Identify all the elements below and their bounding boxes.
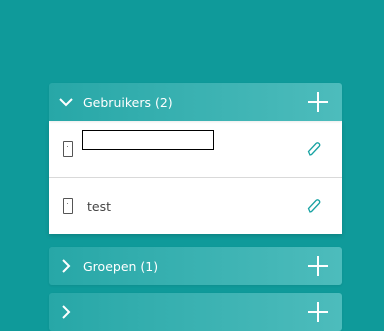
groups-section-title: Groepen (1) — [83, 258, 159, 274]
user-name: test — [87, 198, 112, 214]
users-list: test — [49, 121, 342, 234]
users-section-title: Gebruikers (2) — [83, 94, 173, 110]
chevron-right-icon[interactable] — [49, 305, 83, 319]
groups-panel: Groepen (1) — [49, 247, 342, 285]
next-accordion-header[interactable] — [49, 293, 342, 331]
phone-icon — [63, 198, 73, 214]
users-accordion-header[interactable]: Gebruikers (2) — [49, 83, 342, 121]
add-plus-icon[interactable] — [308, 302, 328, 322]
phone-icon — [63, 141, 73, 157]
pencil-icon[interactable] — [306, 198, 322, 214]
groups-accordion-header[interactable]: Groepen (1) — [49, 247, 342, 285]
add-group-plus-icon[interactable] — [308, 256, 328, 276]
pencil-icon[interactable] — [306, 141, 322, 157]
list-item[interactable] — [49, 121, 342, 177]
list-item[interactable]: test — [49, 177, 342, 234]
users-panel: Gebruikers (2) test — [49, 83, 342, 234]
next-panel — [49, 293, 342, 331]
add-user-plus-icon[interactable] — [308, 92, 328, 112]
redaction-box — [82, 130, 214, 150]
chevron-right-icon[interactable] — [49, 259, 83, 273]
chevron-down-icon[interactable] — [49, 97, 83, 107]
